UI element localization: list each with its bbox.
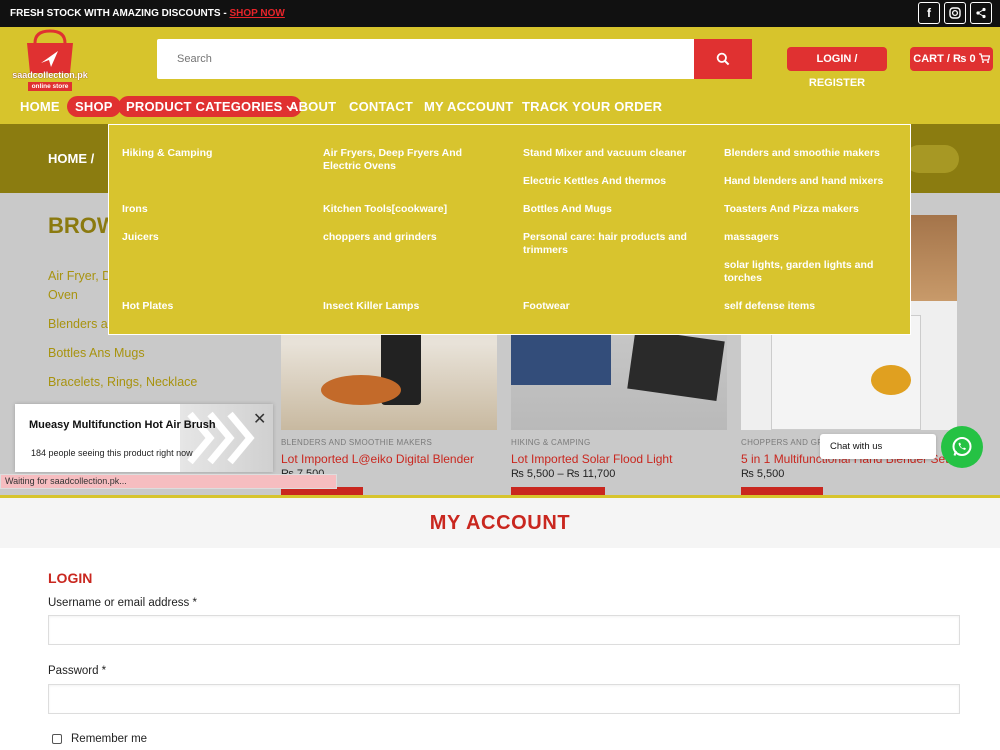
site-header: saadcollection.pk online store LOGIN / R… <box>0 27 1000 92</box>
cart-label: CART / ₨ 0 <box>913 53 976 65</box>
logo-name: saadcollection.pk <box>12 70 88 80</box>
popup-title: Mueasy Multifunction Hot Air Brush <box>29 419 216 431</box>
menu-item-massagers[interactable]: massagers <box>724 231 902 244</box>
facebook-icon[interactable]: f <box>918 2 940 24</box>
popup-subtitle: 184 people seeing this product right now <box>31 448 193 458</box>
menu-item-choppers[interactable]: choppers and grinders <box>323 231 501 244</box>
nav-track-order[interactable]: TRACK YOUR ORDER <box>522 99 662 114</box>
menu-item-self-defense[interactable]: self defense items <box>724 300 902 313</box>
cart-button[interactable]: CART / ₨ 0 <box>910 47 993 71</box>
menu-item-electric-kettles[interactable]: Electric Kettles And thermos <box>523 175 701 188</box>
sidebar-item-blenders[interactable]: Blenders a <box>48 314 108 334</box>
share-icon[interactable] <box>970 2 992 24</box>
site-logo[interactable]: saadcollection.pk online store <box>10 29 90 91</box>
menu-item-kitchen-tools[interactable]: Kitchen Tools[cookware] <box>323 203 501 216</box>
account-title-bar: MY ACCOUNT <box>0 498 1000 548</box>
chat-label[interactable]: Chat with us <box>820 434 936 459</box>
product-price: ₨ 5,500 <box>741 468 785 480</box>
promo-text: FRESH STOCK WITH AMAZING DISCOUNTS - <box>10 8 230 19</box>
cart-icon <box>978 53 991 63</box>
menu-item-footwear[interactable]: Footwear <box>523 300 701 313</box>
add-to-cart-button[interactable] <box>741 487 823 495</box>
product-title[interactable]: Lot Imported L@eiko Digital Blender <box>281 452 474 466</box>
login-heading: LOGIN <box>48 570 93 586</box>
nav-contact[interactable]: CONTACT <box>349 99 413 114</box>
menu-item-hand-blenders[interactable]: Hand blenders and hand mixers <box>724 175 902 188</box>
whatsapp-icon <box>952 437 972 456</box>
sort-select[interactable] <box>905 145 959 173</box>
product-category: BLENDERS AND SMOOTHIE MAKERS <box>281 438 433 447</box>
nav-product-categories[interactable]: PRODUCT CATEGORIES <box>118 96 303 117</box>
promo-banner: FRESH STOCK WITH AMAZING DISCOUNTS - SHO… <box>10 8 285 19</box>
password-field[interactable] <box>48 684 960 714</box>
shop-now-link[interactable]: SHOP NOW <box>229 8 284 19</box>
nav-my-account[interactable]: MY ACCOUNT <box>424 99 513 114</box>
menu-item-bottles-mugs[interactable]: Bottles And Mugs <box>523 203 701 216</box>
product-category: HIKING & CAMPING <box>511 438 591 447</box>
search-icon <box>716 52 730 66</box>
product-categories-dropdown: Hiking & Camping Air Fryers, Deep Fryers… <box>108 124 911 335</box>
sidebar-item-bracelets[interactable]: Bracelets, Rings, Necklace <box>48 372 197 392</box>
search-button[interactable] <box>694 39 752 79</box>
product-title[interactable]: Lot Imported Solar Flood Light <box>511 452 672 466</box>
menu-item-juicers[interactable]: Juicers <box>122 231 300 244</box>
page-title: MY ACCOUNT <box>429 512 571 534</box>
login-register-button[interactable]: LOGIN / REGISTER <box>787 47 887 89</box>
menu-item-air-fryers[interactable]: Air Fryers, Deep Fryers And Electric Ove… <box>323 147 501 173</box>
menu-item-insect-killer[interactable]: Insect Killer Lamps <box>323 300 501 313</box>
menu-item-hiking-camping[interactable]: Hiking & Camping <box>122 147 300 160</box>
browser-status-bar: Waiting for saadcollection.pk... <box>0 474 337 489</box>
close-icon[interactable]: ✕ <box>253 409 266 429</box>
logo-tagline: online store <box>28 82 72 91</box>
username-field[interactable] <box>48 615 960 645</box>
whatsapp-button[interactable] <box>941 426 983 468</box>
top-bar: FRESH STOCK WITH AMAZING DISCOUNTS - SHO… <box>0 0 1000 27</box>
menu-item-toasters[interactable]: Toasters And Pizza makers <box>724 203 902 216</box>
nav-product-categories-label: PRODUCT CATEGORIES <box>126 99 283 114</box>
search-input[interactable] <box>157 39 694 79</box>
remember-me-checkbox[interactable] <box>52 734 62 744</box>
menu-item-personal-care[interactable]: Personal care: hair products and trimmer… <box>523 231 701 257</box>
sidebar-item-bottles[interactable]: Bottles Ans Mugs <box>48 343 145 363</box>
nav-shop[interactable]: SHOP <box>67 96 121 117</box>
password-label: Password * <box>48 665 107 677</box>
instagram-icon[interactable] <box>944 2 966 24</box>
main-nav: HOME SHOP PRODUCT CATEGORIES ABOUT CONTA… <box>0 92 1000 124</box>
remember-me-label: Remember me <box>71 733 148 745</box>
product-price: ₨ 5,500 – ₨ 11,700 <box>511 468 616 480</box>
sidebar-item-oven[interactable]: Oven <box>48 285 78 305</box>
add-to-cart-button[interactable] <box>511 487 605 495</box>
username-label: Username or email address * <box>48 597 197 609</box>
menu-item-solar-lights[interactable]: solar lights, garden lights and torches <box>724 259 902 285</box>
viewers-popup: Mueasy Multifunction Hot Air Brush 184 p… <box>15 404 273 472</box>
breadcrumb[interactable]: HOME / <box>48 151 94 166</box>
nav-about[interactable]: ABOUT <box>289 99 336 114</box>
product-category: CHOPPERS AND GR <box>741 438 824 447</box>
search-bar <box>157 39 752 79</box>
menu-item-irons[interactable]: Irons <box>122 203 300 216</box>
sidebar-item-air-fryer[interactable]: Air Fryer, D <box>48 266 111 286</box>
menu-item-hot-plates[interactable]: Hot Plates <box>122 300 300 313</box>
menu-item-stand-mixer[interactable]: Stand Mixer and vacuum cleaner <box>523 147 701 160</box>
menu-item-blenders[interactable]: Blenders and smoothie makers <box>724 147 902 160</box>
nav-home[interactable]: HOME <box>20 99 60 114</box>
